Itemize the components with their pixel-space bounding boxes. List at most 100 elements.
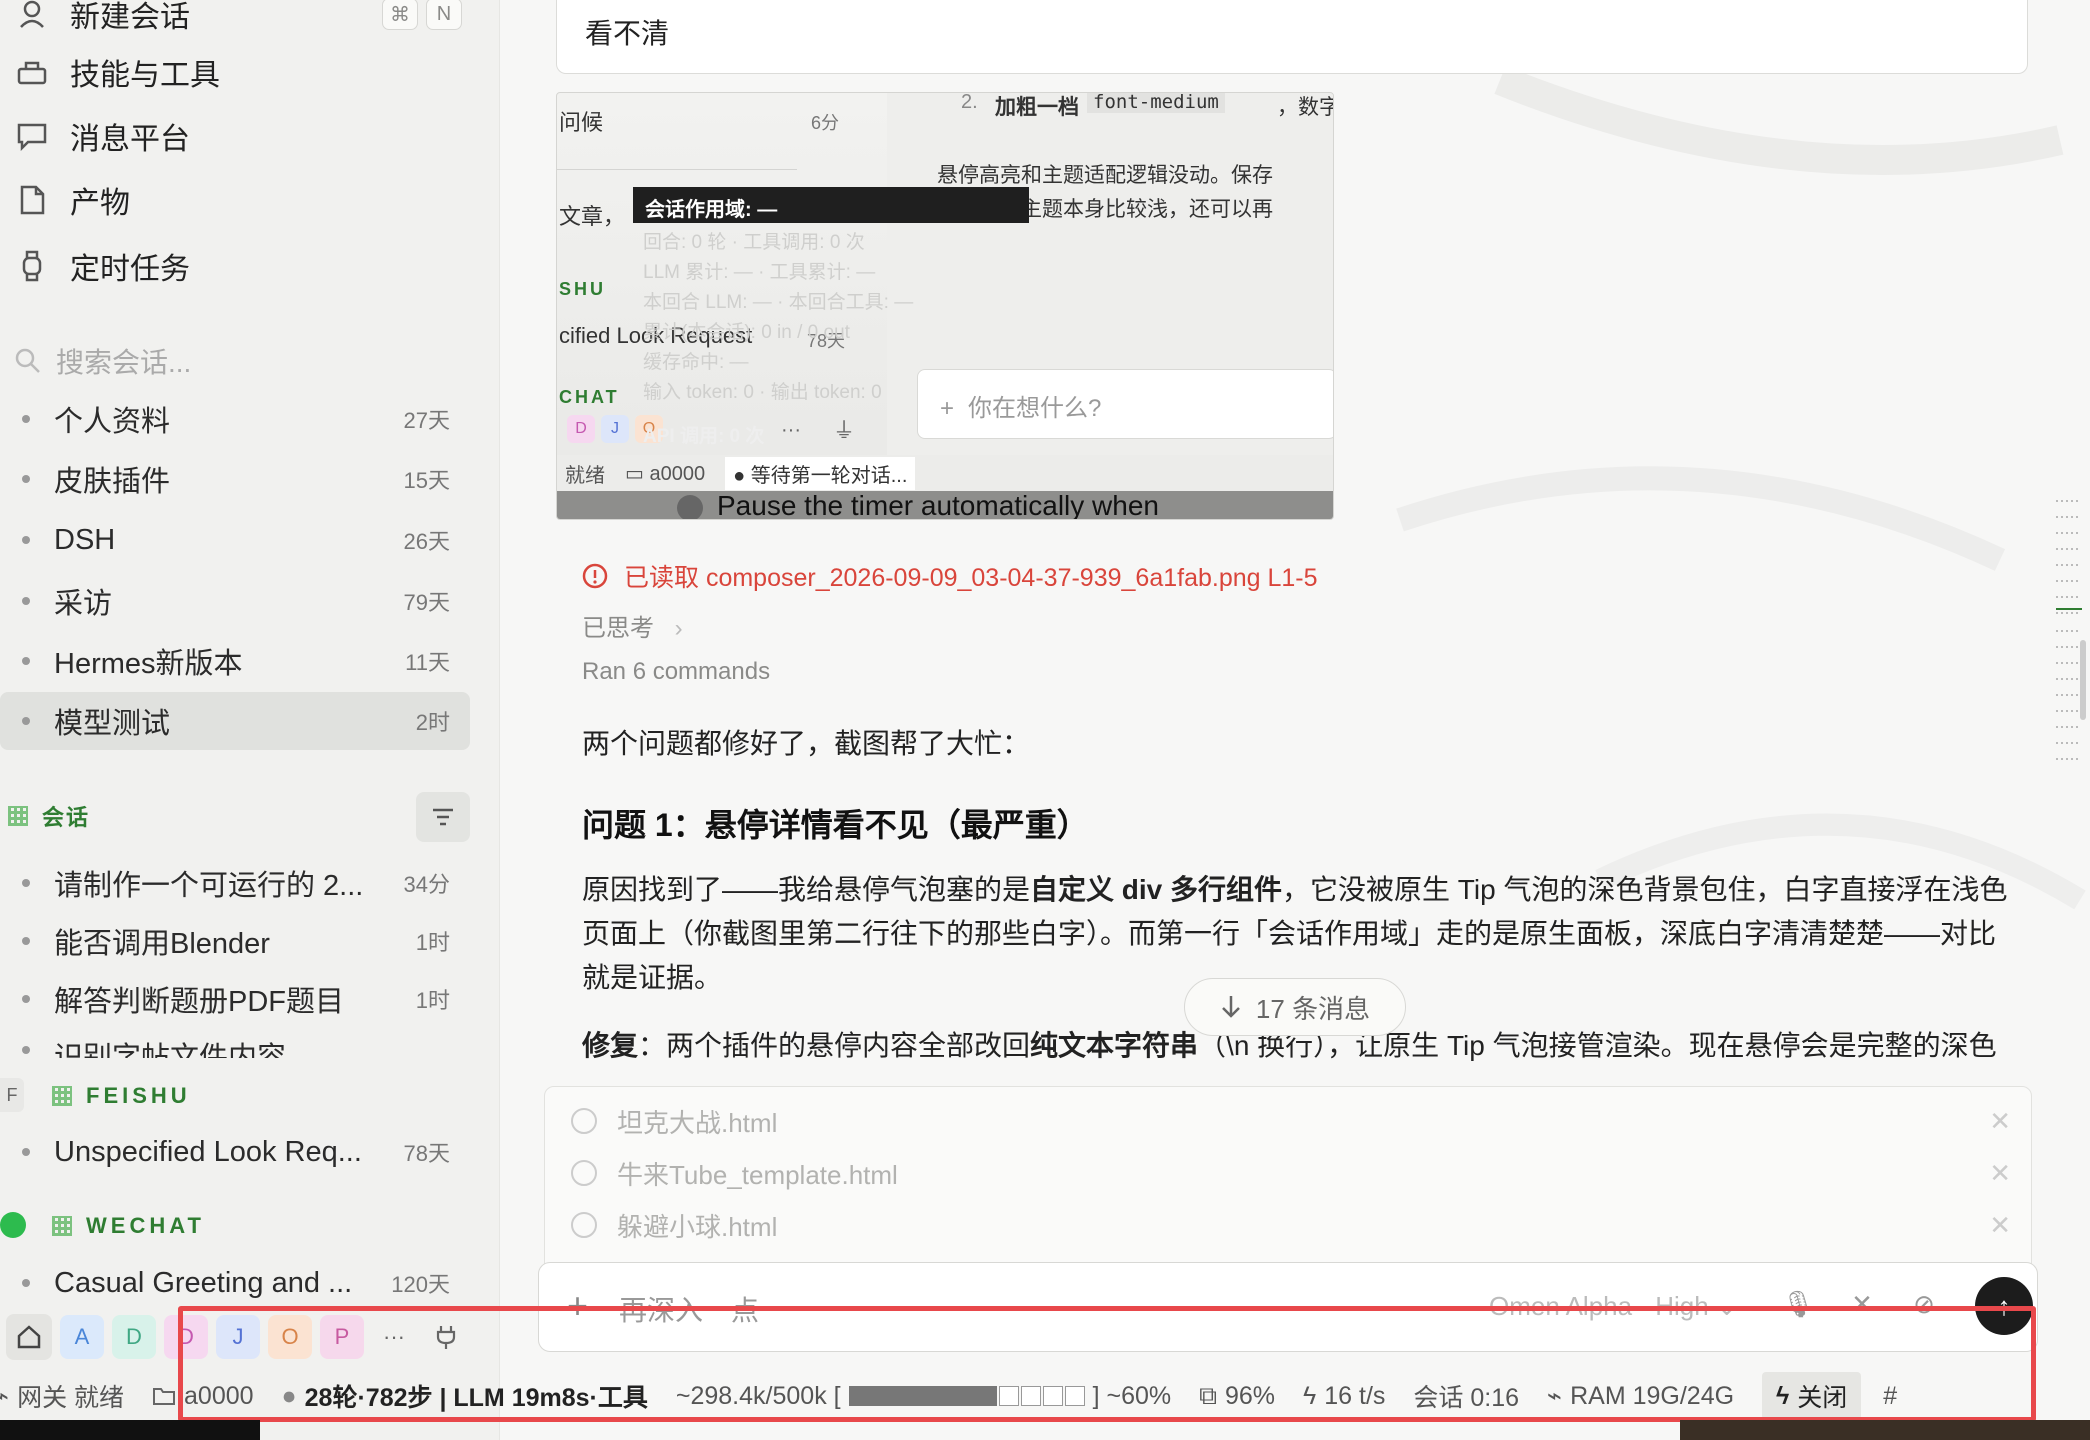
nav-scheduled-tasks[interactable]: 定时任务 <box>12 238 482 294</box>
session-timer[interactable]: 会话 0:16 <box>1413 1378 1519 1414</box>
eye-off-icon[interactable]: ⊘ <box>1907 1289 1941 1323</box>
list-item[interactable]: Casual Greeting and ... 120天 <box>0 1254 470 1312</box>
list-item[interactable]: Hermes新版本 11天 <box>0 632 470 690</box>
nav-label: 技能与工具 <box>70 59 220 92</box>
plug-icon[interactable] <box>424 1315 468 1359</box>
nav-new-session[interactable]: 新建会话 ⌘ N <box>12 0 482 42</box>
tooltip-ghost-line: 本回合 LLM: — · 本回合工具: — <box>643 292 914 313</box>
feishu-badge: F <box>0 1078 24 1112</box>
model-selector[interactable]: Omen Alpha · High ⌄ <box>1489 1291 1738 1322</box>
dot-icon: ● <box>281 1381 297 1410</box>
ran-commands[interactable]: Ran 6 commands <box>582 658 770 686</box>
remove-attachment-icon[interactable]: ✕ <box>1989 1106 2011 1137</box>
scrollbar-thumb[interactable] <box>2080 640 2086 720</box>
grid-icon <box>8 806 28 826</box>
cache-status[interactable]: ⧉ 96% <box>1199 1382 1275 1411</box>
filter-button[interactable] <box>416 792 470 842</box>
tools-off-icon[interactable]: ✕ <box>1845 1289 1879 1323</box>
filter-icon <box>433 808 453 826</box>
list-item[interactable]: 识别字帖文件内容 <box>0 1028 470 1058</box>
bolt-icon: ϟ <box>1776 1381 1790 1410</box>
globe-icon <box>571 1108 597 1134</box>
thought-toggle[interactable]: 已思考 › <box>582 608 683 643</box>
tooltip-ghost-line: 输入 token: 0 · 输出 token: 0 <box>643 382 882 403</box>
shot-greet-age: 6分 <box>811 113 840 133</box>
token-usage[interactable]: ~298.4k/500k [ ] ~60% <box>676 1382 1171 1411</box>
cache-icon: ⧉ <box>1199 1381 1217 1410</box>
home-button[interactable] <box>6 1314 52 1360</box>
folder-icon: ▭ a0000 <box>625 462 706 485</box>
tooltip-ghost-line: 缓存命中: — <box>643 352 749 373</box>
avatar-chip[interactable]: D <box>112 1315 156 1359</box>
list-item[interactable]: 解答判断题册PDF题目 1时 <box>0 970 470 1028</box>
avatar-chip[interactable]: P <box>320 1315 364 1359</box>
tools-icon <box>12 52 52 92</box>
rounds-status[interactable]: ● 28轮·782步 | LLM 19m8s·工具 <box>282 1378 648 1414</box>
ram-status[interactable]: ⌁ RAM 19G/24G <box>1547 1381 1734 1411</box>
shot-api: API 调用: 0 次 <box>643 426 765 447</box>
attachment-item[interactable]: 坦克大战.html ✕ <box>571 1101 2011 1141</box>
shortcut-n: N <box>426 0 462 30</box>
avatar-chip[interactable]: O <box>268 1315 312 1359</box>
search-placeholder: 搜索会话... <box>56 347 192 378</box>
speed-status[interactable]: ϟ 16 t/s <box>1303 1382 1385 1411</box>
shot-chat: CHAT <box>559 387 620 407</box>
attachment-item[interactable]: 牛来Tube_template.html ✕ <box>571 1153 2011 1193</box>
alert-icon <box>582 563 608 589</box>
tooltip-ghost-line: 回合: 0 轮 · 工具调用: 0 次 <box>643 232 865 253</box>
list-item[interactable]: 能否调用Blender 1时 <box>0 912 470 970</box>
shot-article: 文章， <box>559 204 626 229</box>
reply-intro: 两个问题都修好了，截图帮了大忙： <box>582 728 1031 759</box>
arrow-down-icon <box>1222 996 1240 1018</box>
embedded-screenshot[interactable]: 问候 6分 文章， SHU cified Look Request 78天 CH… <box>556 92 1334 520</box>
section-wechat: WECHAT <box>52 1206 205 1246</box>
send-button[interactable]: ↑ <box>1975 1277 2033 1335</box>
send-icon: ↑ <box>1997 1290 2011 1321</box>
shot-chip: J <box>601 415 629 443</box>
avatar-chip[interactable]: J <box>216 1315 260 1359</box>
nav-skills-tools[interactable]: 技能与工具 <box>12 44 482 100</box>
search-sessions[interactable]: 搜索会话... <box>14 336 474 386</box>
remove-attachment-icon[interactable]: ✕ <box>1989 1158 2011 1189</box>
wechat-icon <box>0 1212 26 1238</box>
nav-label: 新建会话 <box>70 1 190 34</box>
list-item[interactable]: Unspecified Look Req... 78天 <box>0 1123 470 1181</box>
list-item[interactable]: 请制作一个可运行的 2... 34分 <box>0 854 470 912</box>
hash-tag[interactable]: # <box>1883 1382 1897 1411</box>
jump-to-latest-button[interactable]: 17 条消息 <box>1184 978 1406 1036</box>
home-icon <box>17 1325 41 1349</box>
nav-artifacts[interactable]: 产物 <box>12 172 482 228</box>
microphone-icon[interactable]: 🎙 <box>1781 1289 1815 1323</box>
gateway-status[interactable]: ⌁ 网关 就绪 <box>0 1378 124 1414</box>
attachment-item[interactable]: 躲避小球.html ✕ <box>571 1205 2011 1245</box>
composer[interactable]: + 再深入一点 Omen Alpha · High ⌄ 🎙 ✕ ⊘ ↑ <box>538 1262 2038 1352</box>
list-item[interactable]: 个人资料 27天 <box>0 390 470 448</box>
globe-icon <box>571 1212 597 1238</box>
avatar-chip[interactable]: D <box>164 1315 208 1359</box>
user-message: 看不清 <box>556 0 2028 74</box>
list-item[interactable]: DSH 26天 <box>0 511 470 569</box>
shot-greet: 问候 <box>559 110 604 135</box>
list-item-active[interactable]: 模型测试 2时 <box>0 692 470 750</box>
folder-status[interactable]: a0000 <box>152 1382 254 1411</box>
nav-label: 定时任务 <box>70 253 190 286</box>
close-button[interactable]: ϟ 关闭 <box>1762 1372 1862 1420</box>
composer-input[interactable]: 再深入一点 <box>619 1289 759 1329</box>
nav-message-platform[interactable]: 消息平台 <box>12 108 482 164</box>
list-item[interactable]: 采访 79天 <box>0 572 470 630</box>
remove-attachment-icon[interactable]: ✕ <box>1989 1210 2011 1241</box>
bolt-icon: ϟ <box>1303 1381 1317 1410</box>
add-icon[interactable]: + <box>567 1285 588 1327</box>
avatar-chip[interactable]: A <box>60 1315 104 1359</box>
status-bar: ⌁ 网关 就绪 a0000 ● 28轮·782步 | LLM 19m8s·工具 ~2… <box>0 1372 2090 1420</box>
shot-line1-tail: ，数字 <box>1277 96 1334 119</box>
tooltip-ghost-line: LLM 累计: — · 工具累计: — <box>643 262 876 283</box>
file-read-notice[interactable]: 已读取 composer_2026-09-09_03-04-37-939_6a1… <box>582 558 1318 594</box>
section-feishu: FEISHU <box>52 1076 191 1116</box>
shot-bottom-bar: Pause the timer automatically when <box>557 491 1333 519</box>
list-item[interactable]: 皮肤插件 15天 <box>0 450 470 508</box>
check-icon <box>677 494 703 519</box>
document-icon <box>12 180 52 220</box>
sidebar: 新建会话 ⌘ N 技能与工具 消息平台 产物 定时任务 搜索会话... 个人资料… <box>0 0 500 1440</box>
more-button[interactable]: ··· <box>372 1315 416 1359</box>
